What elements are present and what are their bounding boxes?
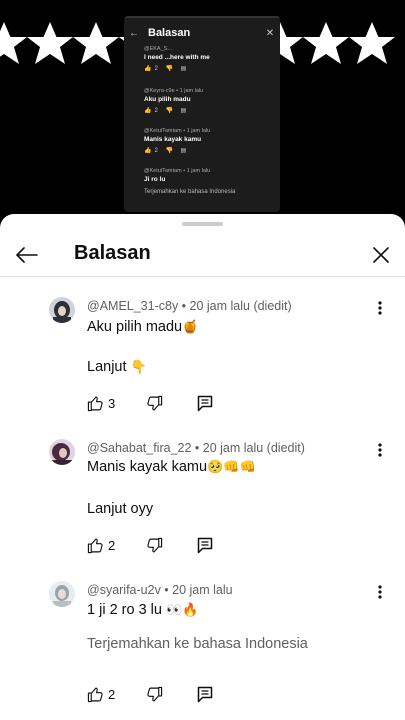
comment-text: 1 ji 2 ro 3 lu 👀🔥 [87, 602, 199, 618]
inner-back-icon: ← [129, 27, 139, 39]
inner-comment: @KetulTamtam • 1 jam lalu Manis kayak ka… [144, 128, 211, 154]
reply-comment: @AMEL_31-c8y • 20 jam lalu (diedit) Aku … [0, 297, 405, 417]
comment-text: Lanjut oyy [87, 501, 154, 517]
more-vert-icon [378, 443, 382, 457]
replies-sheet: Balasan @AMEL_31-c8y • 20 jam lalu (died… [0, 214, 405, 720]
inner-close-icon: ✕ [265, 27, 275, 39]
avatar[interactable] [49, 581, 75, 607]
inner-title: Balasan [148, 27, 191, 39]
reply-button[interactable] [195, 535, 215, 555]
comment-meta: @syarifa-u2v • 20 jam lalu [87, 583, 233, 597]
sheet-header: Balasan [0, 234, 405, 278]
comment-text: Aku pilih madu🍯 [87, 319, 199, 335]
thumb-down-icon [146, 537, 162, 552]
video-background: ← Balasan ✕ @EKA_S... I need ...here wit… [0, 0, 405, 240]
comment-meta: @Sahabat_fira_22 • 20 jam lalu (diedit) [87, 441, 305, 455]
like-count: 2 [108, 537, 116, 553]
inner-comment: @KetulTamtam • 1 jam lalu Ji ro lu Terje… [144, 168, 236, 195]
avatar[interactable] [49, 297, 75, 323]
dislike-button[interactable] [144, 535, 164, 555]
more-options-button[interactable] [372, 441, 388, 459]
inner-comment: @EKA_S... I need ...here with me 👍2 👎 ▤ [144, 46, 210, 72]
avatar[interactable] [49, 439, 75, 465]
embedded-screenshot: ← Balasan ✕ @EKA_S... I need ...here wit… [124, 16, 280, 212]
comment-actions: 3 [87, 393, 227, 413]
like-count: 3 [108, 395, 116, 411]
back-button[interactable] [12, 240, 42, 270]
comment-actions: 2 [87, 684, 227, 704]
inner-comment: @Keyra-c9e • 1 jam lalu Aku pilih madu 👍… [144, 88, 204, 114]
inner-header: ← Balasan ✕ [124, 20, 280, 46]
reply-button[interactable] [195, 684, 215, 704]
more-options-button[interactable] [372, 583, 388, 601]
dislike-button[interactable] [144, 684, 164, 704]
like-button[interactable]: 2 [87, 684, 115, 704]
more-options-button[interactable] [372, 299, 388, 317]
thumb-up-icon [87, 538, 103, 553]
thumb-up-icon [87, 687, 103, 702]
like-button[interactable]: 2 [87, 535, 115, 555]
thumb-down-icon [146, 686, 162, 701]
comment-icon [197, 686, 213, 702]
more-vert-icon [378, 585, 382, 599]
comment-actions: 2 [87, 535, 227, 555]
dislike-button[interactable] [144, 393, 164, 413]
drag-handle[interactable] [182, 222, 223, 226]
comment-meta: @AMEL_31-c8y • 20 jam lalu (diedit) [87, 299, 292, 313]
like-button[interactable]: 3 [87, 393, 115, 413]
more-vert-icon [378, 301, 382, 315]
comment-text: Lanjut 👇 [87, 359, 147, 375]
comment-icon [197, 537, 213, 553]
thumb-down-icon [146, 395, 162, 410]
close-icon [373, 247, 389, 263]
comment-text: Manis kayak kamu🥺👊👊 [87, 459, 256, 475]
arrow-left-icon [16, 247, 38, 263]
reply-comment: @Sahabat_fira_22 • 20 jam lalu (diedit) … [0, 439, 405, 559]
thumb-up-icon [87, 396, 103, 411]
like-count: 2 [108, 686, 116, 702]
close-button[interactable] [366, 240, 396, 270]
translate-link[interactable]: Terjemahkan ke bahasa Indonesia [87, 636, 308, 652]
comment-icon [197, 395, 213, 411]
reply-button[interactable] [195, 393, 215, 413]
reply-comment: @syarifa-u2v • 20 jam lalu 1 ji 2 ro 3 l… [0, 581, 405, 711]
header-divider [0, 276, 405, 277]
page-title: Balasan [74, 242, 151, 264]
